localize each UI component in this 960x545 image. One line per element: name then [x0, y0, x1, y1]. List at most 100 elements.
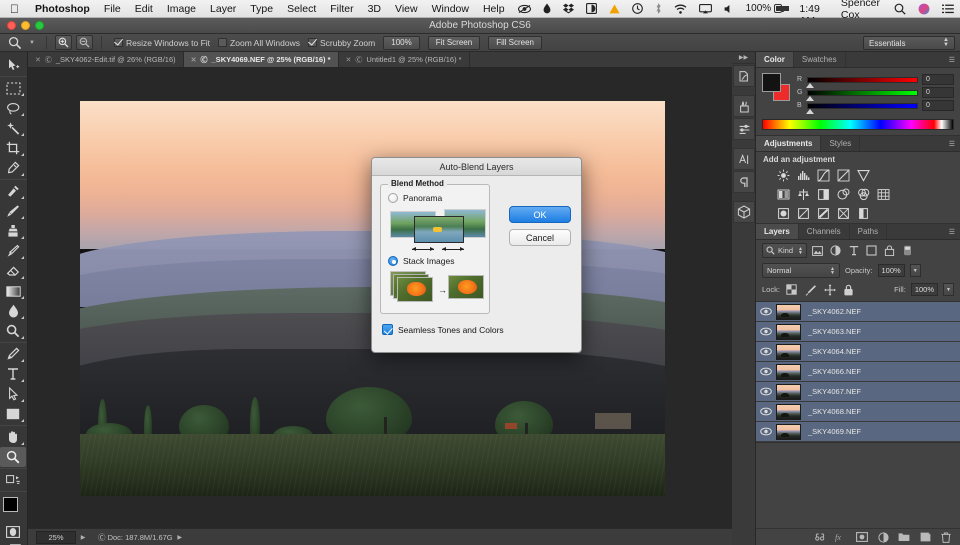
quick-mask-toggle[interactable] — [0, 523, 26, 541]
paragraph-panel-icon[interactable] — [733, 171, 755, 193]
layer-name[interactable]: _SKY4064.NEF — [801, 347, 861, 356]
color-panel-swatches[interactable] — [762, 73, 790, 101]
seamless-tones-option[interactable]: Seamless Tones and Colors — [382, 324, 573, 335]
tab-channels[interactable]: Channels — [799, 224, 850, 239]
opacity-value[interactable]: 100% — [878, 264, 905, 277]
history-brush-tool[interactable] — [0, 241, 26, 261]
fill-value[interactable]: 100% — [911, 283, 938, 296]
posterize-icon[interactable] — [796, 206, 811, 221]
menu-edit[interactable]: Edit — [128, 3, 160, 15]
clock-icon[interactable] — [626, 3, 649, 14]
battery-icon[interactable] — [774, 4, 782, 13]
stack-images-radio[interactable] — [388, 256, 398, 266]
eraser-tool[interactable] — [0, 261, 26, 281]
document-size-info[interactable]: Ⓒ Doc: 187.8M/1.67G — [98, 532, 173, 543]
notification-center-icon[interactable] — [936, 4, 960, 14]
spot-healing-brush-tool[interactable] — [0, 181, 26, 201]
threshold-icon[interactable] — [816, 206, 831, 221]
menu-layer[interactable]: Layer — [203, 3, 243, 15]
smart-object-filter-icon[interactable] — [883, 243, 897, 258]
opacity-stepper-icon[interactable]: ▼ — [910, 264, 921, 277]
table-row[interactable]: _SKY4067.NEF — [756, 382, 960, 402]
filter-toggle-icon[interactable] — [901, 243, 915, 258]
color-swatches[interactable] — [0, 495, 26, 523]
droplet-icon[interactable] — [537, 3, 557, 14]
layer-visibility-toggle[interactable] — [756, 347, 776, 356]
display-icon[interactable] — [580, 3, 603, 14]
blue-slider[interactable] — [807, 103, 918, 109]
workspace-switcher[interactable]: Essentials ▲▼ — [863, 36, 955, 50]
resize-windows-to-fit-option[interactable]: Resize Windows to Fit — [114, 38, 210, 48]
zoom-out-button[interactable] — [76, 35, 93, 50]
layer-thumbnail[interactable] — [776, 324, 801, 340]
tool-presets-panel-icon[interactable] — [733, 95, 755, 117]
tab-color[interactable]: Color — [756, 52, 794, 67]
gradient-map-icon[interactable] — [836, 206, 851, 221]
rectangular-marquee-tool[interactable] — [0, 78, 26, 98]
new-group-icon[interactable] — [898, 531, 910, 543]
zoom-level-field[interactable]: 25% — [36, 531, 76, 544]
fit-screen-button[interactable]: Fit Screen — [428, 36, 480, 50]
menu-photoshop[interactable]: Photoshop — [28, 3, 97, 15]
document-tab-3[interactable]: ✕ Ⓒ Untitled1 @ 25% (RGB/16) * — [339, 52, 470, 67]
invert-icon[interactable] — [776, 206, 791, 221]
lasso-tool[interactable] — [0, 98, 26, 118]
edit-toolbar-icon[interactable] — [0, 470, 26, 490]
triangle-warning-icon[interactable] — [603, 4, 626, 14]
black-white-icon[interactable] — [816, 187, 831, 202]
path-selection-tool[interactable] — [0, 384, 26, 404]
close-tab-icon[interactable]: ✕ — [346, 56, 352, 64]
layer-visibility-toggle[interactable] — [756, 407, 776, 416]
dropbox-icon[interactable] — [557, 3, 580, 14]
document-tab-2[interactable]: ✕ Ⓒ _SKY4069.NEF @ 25% (RGB/16) * — [184, 52, 339, 67]
zoom-tool-icon[interactable] — [5, 35, 25, 50]
curves-icon[interactable] — [816, 168, 831, 183]
layer-name[interactable]: _SKY4063.NEF — [801, 327, 861, 336]
menu-filter[interactable]: Filter — [323, 3, 360, 15]
hand-tool[interactable] — [0, 427, 26, 447]
layer-thumbnail[interactable] — [776, 364, 801, 380]
adjustment-filter-icon[interactable] — [829, 243, 843, 258]
layer-visibility-toggle[interactable] — [756, 327, 776, 336]
tab-adjustments[interactable]: Adjustments — [756, 136, 821, 151]
layers-panel-menu-icon[interactable]: ☰ — [944, 224, 960, 239]
new-layer-icon[interactable] — [919, 531, 931, 543]
menu-image[interactable]: Image — [160, 3, 203, 15]
exposure-icon[interactable] — [836, 168, 851, 183]
airplay-icon[interactable] — [693, 4, 718, 14]
ok-button[interactable]: OK — [509, 206, 571, 223]
clone-stamp-tool[interactable] — [0, 221, 26, 241]
channel-mixer-icon[interactable] — [856, 187, 871, 202]
eye-icon[interactable] — [512, 4, 537, 14]
delete-layer-icon[interactable] — [940, 531, 952, 543]
adjustments-panel-icon[interactable] — [733, 118, 755, 140]
lock-transparency-icon[interactable] — [785, 282, 799, 297]
menu-help[interactable]: Help — [476, 3, 512, 15]
table-row[interactable]: _SKY4066.NEF — [756, 362, 960, 382]
layer-name[interactable]: _SKY4069.NEF — [801, 427, 861, 436]
photo-filter-icon[interactable] — [836, 187, 851, 202]
green-channel-value[interactable]: 0 — [922, 87, 954, 98]
table-row[interactable]: _SKY4063.NEF — [756, 322, 960, 342]
zoom-tool[interactable] — [0, 447, 26, 467]
lock-image-icon[interactable] — [804, 282, 818, 297]
layer-style-fx-icon[interactable]: fx — [835, 531, 847, 543]
resize-windows-checkbox[interactable] — [114, 38, 123, 47]
layer-thumbnail[interactable] — [776, 344, 801, 360]
magic-wand-tool[interactable] — [0, 118, 26, 138]
red-channel-value[interactable]: 0 — [922, 74, 954, 85]
green-slider[interactable] — [807, 90, 918, 96]
menu-select[interactable]: Select — [280, 3, 323, 15]
document-tab-1[interactable]: ✕ Ⓒ _SKY4062-Edit.tif @ 26% (RGB/16) — [28, 52, 184, 67]
dodge-tool[interactable] — [0, 321, 26, 341]
color-panel-menu-icon[interactable]: ☰ — [944, 52, 960, 67]
menu-3d[interactable]: 3D — [361, 3, 388, 15]
search-icon[interactable] — [888, 3, 912, 15]
seamless-tones-checkbox[interactable] — [382, 324, 393, 335]
tab-paths[interactable]: Paths — [850, 224, 887, 239]
layer-mask-icon[interactable] — [856, 531, 868, 543]
red-slider[interactable] — [807, 77, 918, 83]
color-lookup-icon[interactable] — [876, 187, 891, 202]
new-adjustment-layer-icon[interactable] — [877, 531, 889, 543]
crop-tool[interactable] — [0, 138, 26, 158]
